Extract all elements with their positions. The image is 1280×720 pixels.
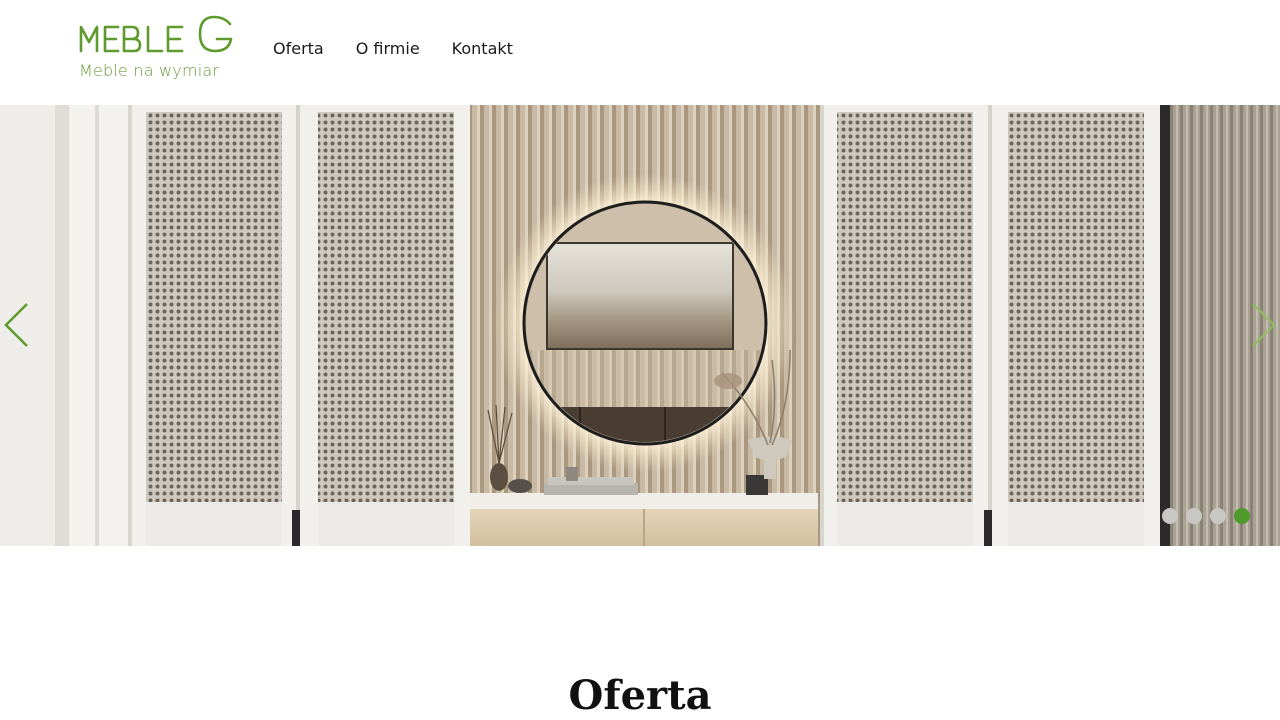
nav-item-o-firmie[interactable]: O firmie [356, 37, 420, 61]
slider-pagination [1162, 508, 1250, 524]
slider-dot-2[interactable] [1186, 508, 1202, 524]
section-title: Oferta [568, 672, 712, 719]
chevron-right-icon[interactable] [1246, 301, 1280, 351]
chevron-left-icon[interactable] [0, 301, 34, 351]
nav-item-kontakt[interactable]: Kontakt [452, 37, 513, 61]
slider-dot-1[interactable] [1162, 508, 1178, 524]
nav-item-oferta[interactable]: Oferta [273, 37, 324, 61]
site-header: Meble na wymiar Oferta O firmie Kontakt [0, 0, 1280, 105]
slide-image [0, 105, 1280, 546]
main-nav: Oferta O firmie Kontakt [273, 37, 545, 61]
slider-dot-4[interactable] [1234, 508, 1250, 524]
logo[interactable]: Meble na wymiar [78, 14, 248, 84]
hero-slider[interactable] [0, 105, 1280, 546]
slider-dot-3[interactable] [1210, 508, 1226, 524]
logo-tagline: Meble na wymiar [79, 61, 220, 80]
logo-wordmark [79, 15, 233, 53]
